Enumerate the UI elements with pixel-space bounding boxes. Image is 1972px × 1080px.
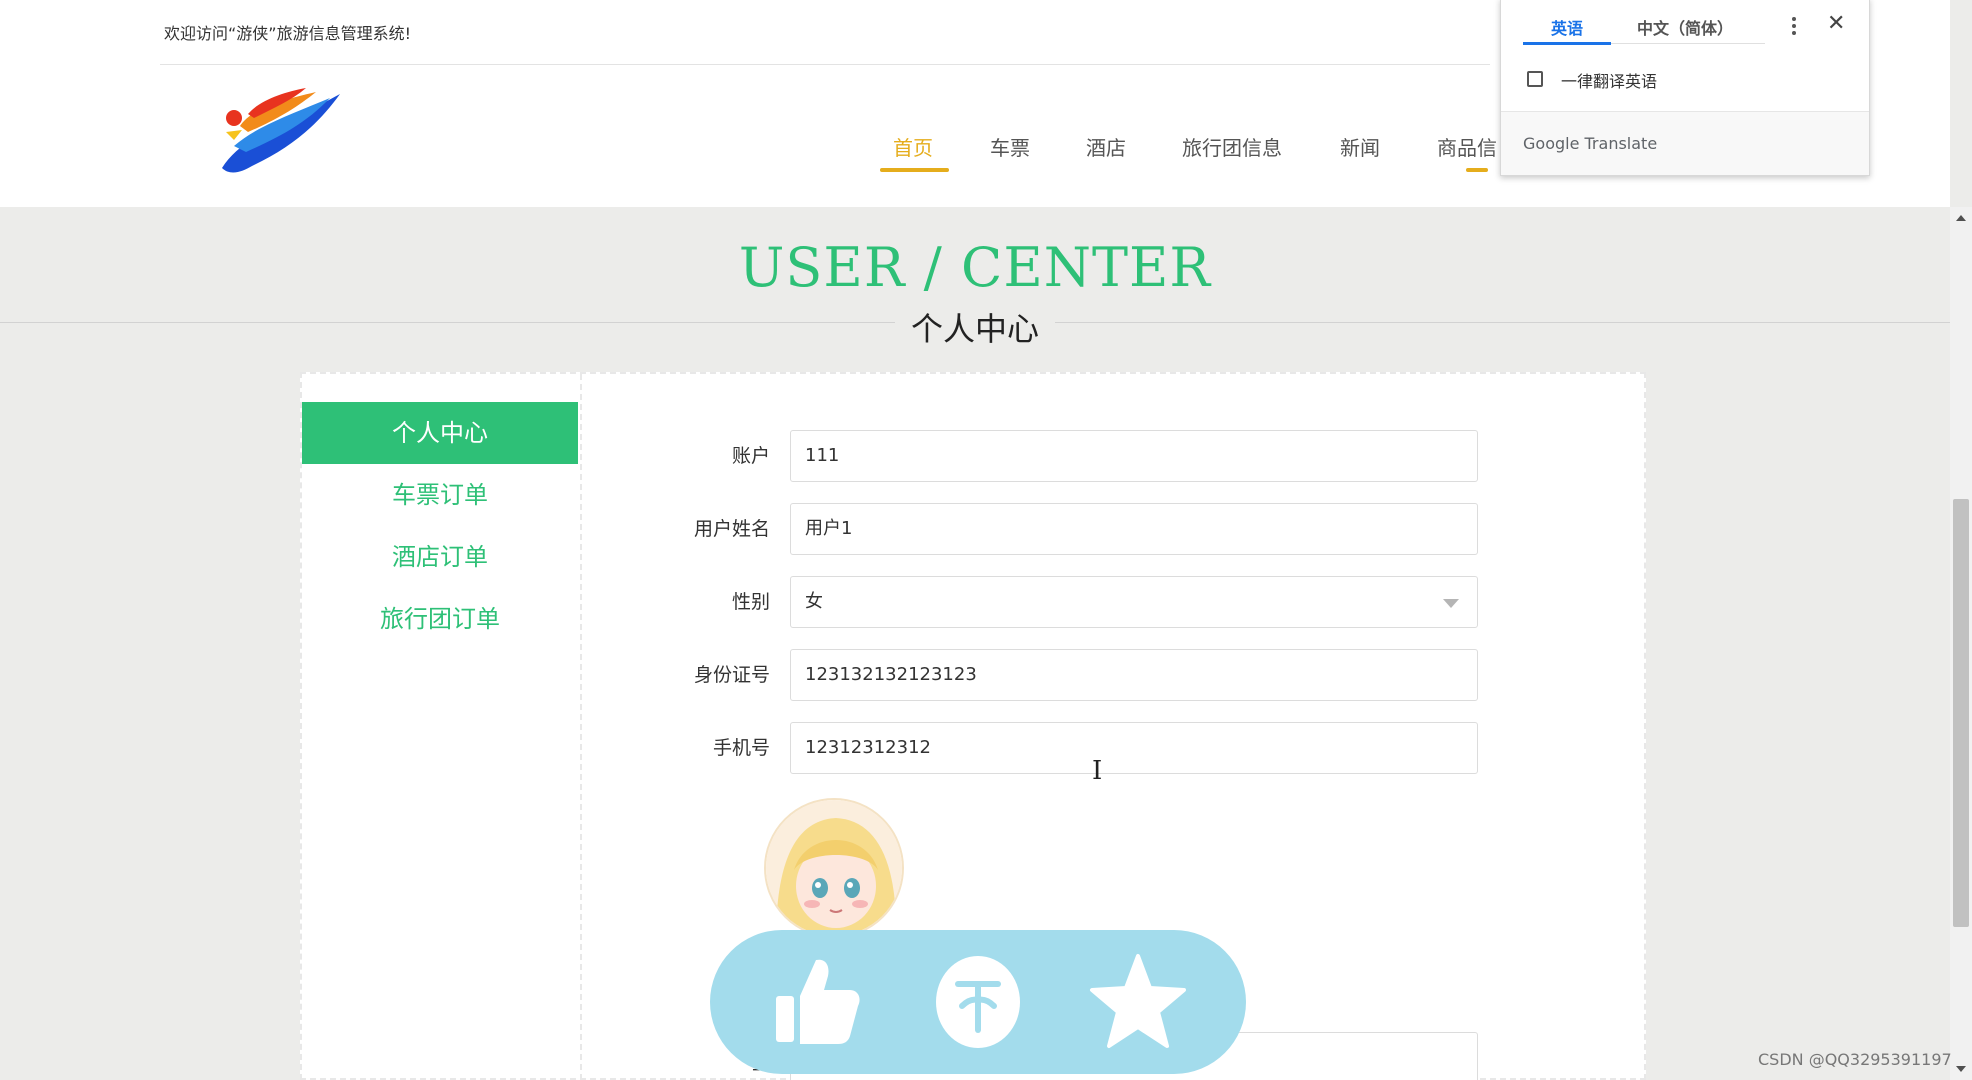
scroll-thumb[interactable]	[1953, 499, 1969, 927]
chevron-down-icon	[1443, 599, 1459, 608]
sidebar-item-ticket-orders[interactable]: 车票订单	[302, 464, 578, 526]
nav-item-hotels[interactable]: 酒店	[1086, 132, 1126, 161]
close-icon[interactable]: ✕	[1827, 11, 1845, 36]
tab-english[interactable]: 英语	[1551, 15, 1583, 39]
thumbs-up-icon[interactable]	[768, 952, 868, 1052]
watermark-text: CSDN @QQ3295391197	[1758, 1050, 1952, 1069]
welcome-text: 欢迎访问“游侠”旅游信息管理系统!	[164, 24, 411, 43]
scroll-down-icon[interactable]	[1956, 1066, 1966, 1072]
account-label: 账户	[731, 445, 770, 467]
nav-item-products[interactable]: 商品信	[1437, 132, 1497, 161]
user-sidebar: 个人中心 车票订单 酒店订单 旅行团订单	[302, 374, 582, 1080]
phone-field[interactable]: 12312312312	[790, 722, 1478, 774]
translate-tab-indicator	[1523, 42, 1611, 45]
sidebar-item-tour-orders[interactable]: 旅行团订单	[302, 588, 578, 650]
username-field[interactable]: 用户1	[790, 503, 1478, 555]
coin-icon[interactable]	[928, 952, 1028, 1052]
translate-footer: Google Translate	[1501, 111, 1869, 175]
username-label: 用户姓名	[693, 518, 770, 540]
text-cursor-icon: Ι	[1092, 756, 1103, 786]
gender-selected-value: 女	[805, 591, 823, 612]
gender-select[interactable]: 女	[790, 576, 1478, 628]
id-number-field[interactable]: 123132132123123	[790, 649, 1478, 701]
nav-item-home[interactable]: 首页	[893, 132, 933, 161]
more-vert-icon[interactable]	[1787, 15, 1801, 37]
page-title-cn-wrap: 个人中心	[0, 304, 1950, 350]
site-logo-icon[interactable]	[212, 86, 342, 186]
nav-item-news[interactable]: 新闻	[1340, 132, 1380, 161]
always-translate-checkbox[interactable]	[1527, 71, 1543, 87]
sidebar-item-user-center[interactable]: 个人中心	[302, 402, 578, 464]
phone-label: 手机号	[712, 737, 770, 759]
sidebar-item-hotel-orders[interactable]: 酒店订单	[302, 526, 578, 588]
star-icon[interactable]	[1088, 952, 1188, 1052]
page-scrollbar[interactable]	[1950, 207, 1972, 1080]
page-title-cn: 个人中心	[894, 304, 1055, 350]
id-number-label: 身份证号	[693, 664, 770, 686]
account-field[interactable]: 111	[790, 430, 1478, 482]
nav-hover-indicator	[1466, 168, 1488, 172]
nav-active-indicator	[880, 168, 949, 172]
translate-popup: 英语 中文（简体） ✕ 一律翻译英语 Google Translate	[1500, 0, 1870, 176]
tab-chinese[interactable]: 中文（简体）	[1637, 15, 1733, 39]
scroll-up-icon[interactable]	[1956, 215, 1966, 221]
always-translate-label: 一律翻译英语	[1561, 72, 1658, 91]
page-title-en: USER / CENTER	[738, 236, 1212, 299]
avatar-image-icon	[766, 800, 902, 936]
nav-item-tickets[interactable]: 车票	[990, 132, 1030, 161]
header-divider	[160, 64, 1490, 65]
avatar[interactable]	[764, 798, 904, 938]
floating-action-bar	[710, 930, 1246, 1074]
google-translate-logo: Google Translate	[1523, 134, 1658, 153]
nav-item-tour-groups[interactable]: 旅行团信息	[1182, 132, 1282, 161]
gender-label: 性别	[731, 591, 770, 613]
